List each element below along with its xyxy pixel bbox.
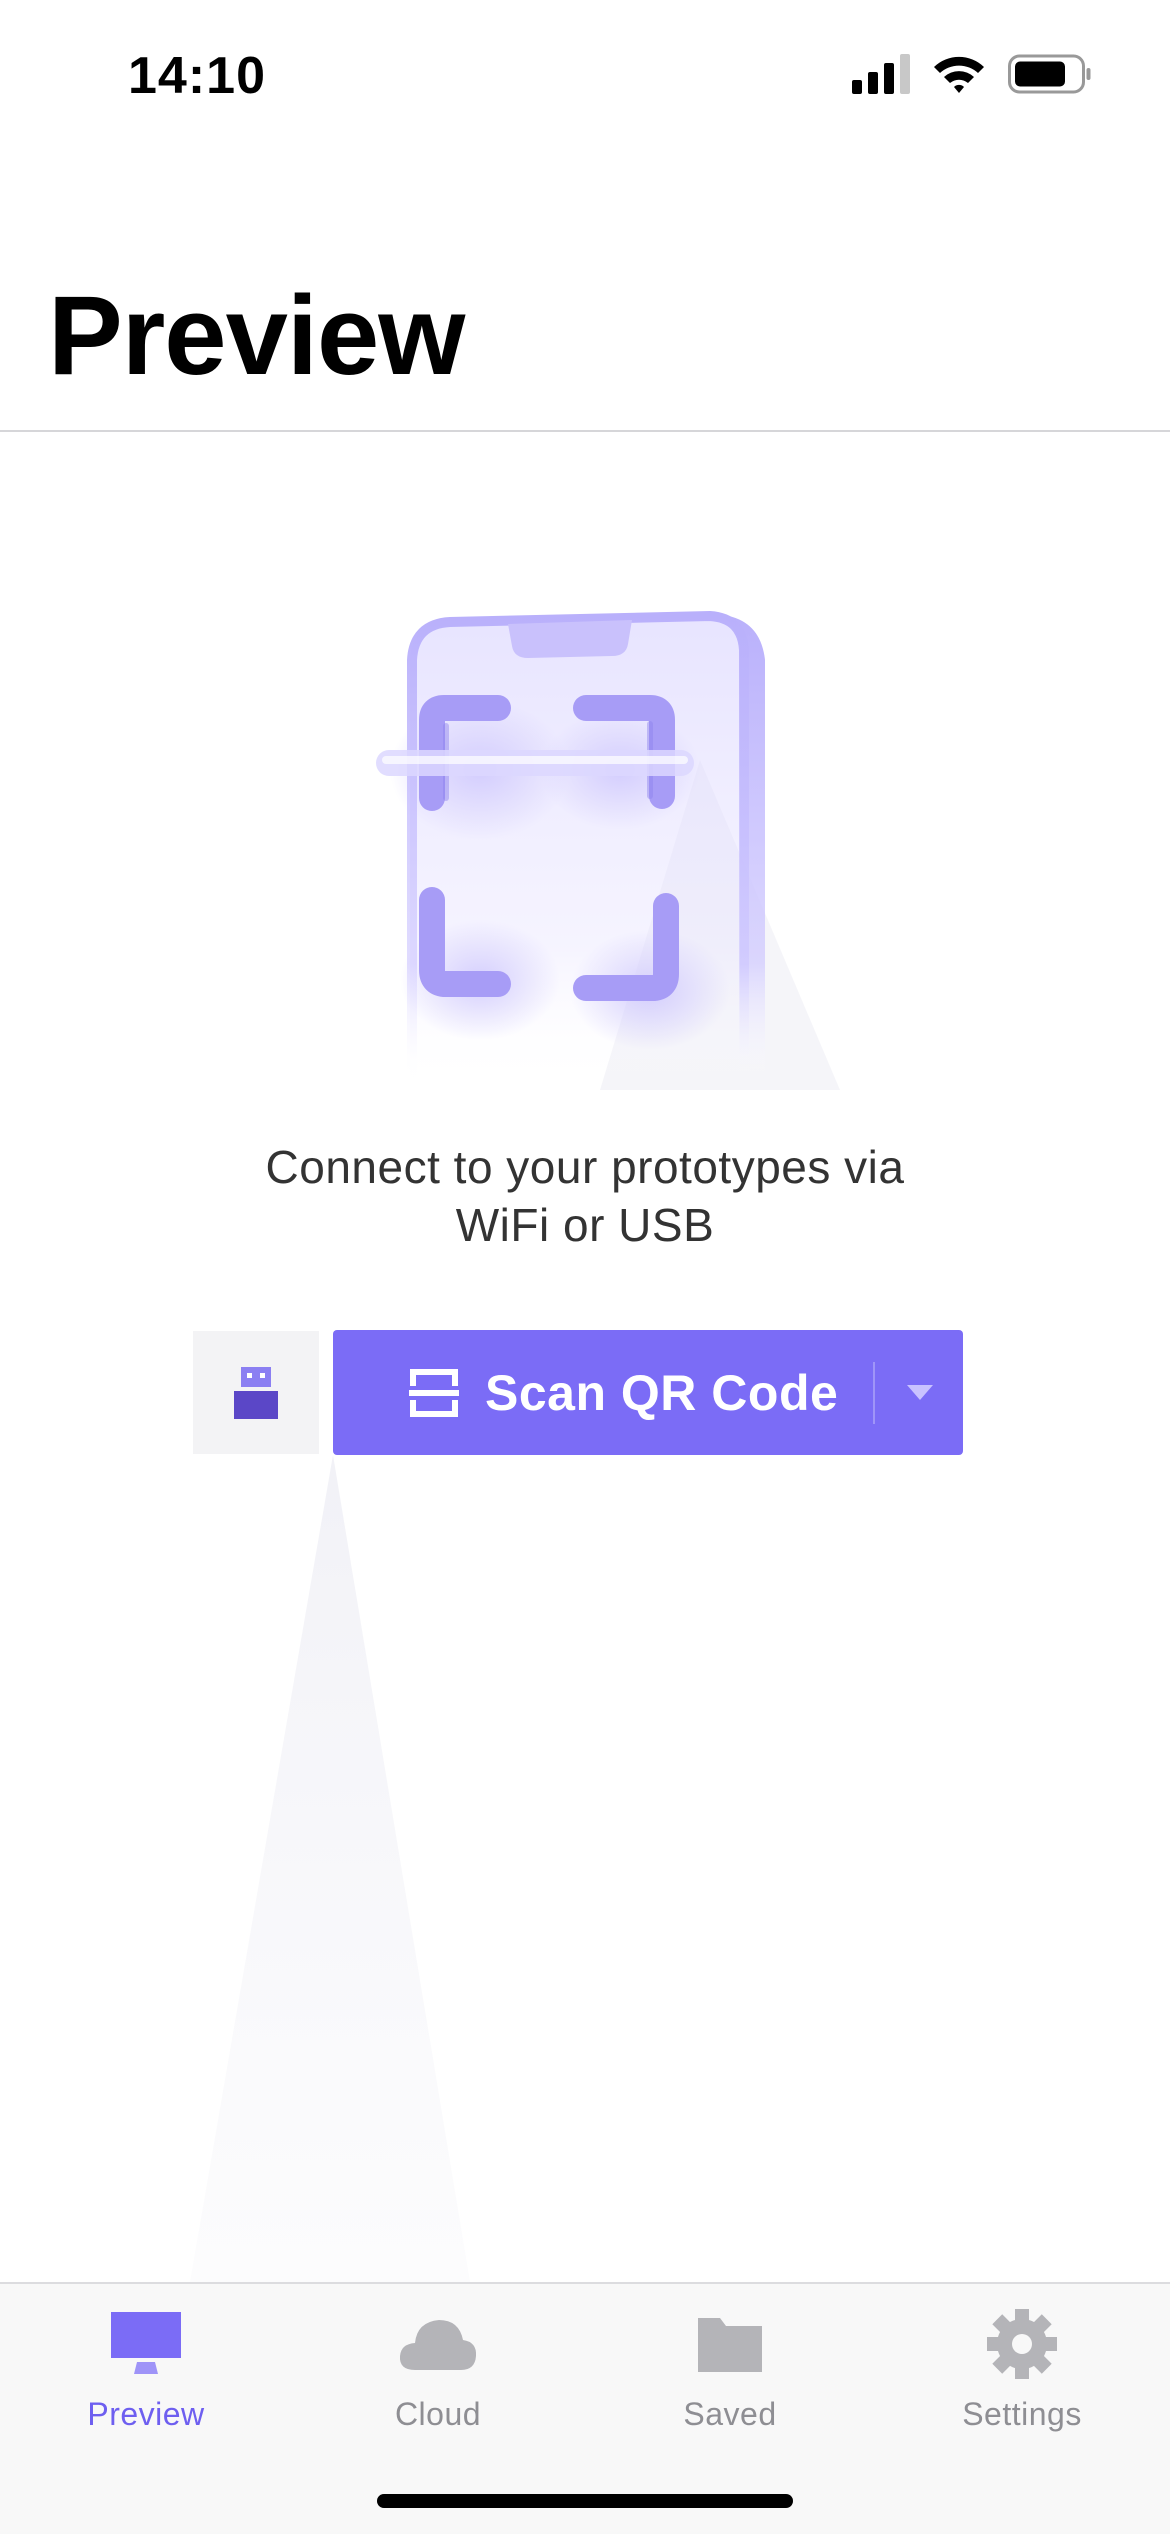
tab-preview[interactable]: Preview [0,2284,292,2454]
connect-instructions-line1: Connect to your prototypes via [265,1141,905,1193]
chevron-down-icon [907,1384,933,1400]
tab-settings[interactable]: Settings [876,2284,1168,2454]
gear-icon [987,2306,1057,2382]
header: Preview [0,150,1170,432]
home-indicator[interactable] [377,2494,793,2508]
status-bar: 14:10 [0,0,1170,150]
tab-bar: Preview Cloud Saved Settings [0,2282,1170,2534]
tab-cloud-label: Cloud [394,2396,482,2432]
tab-preview-label: Preview [87,2396,205,2432]
usb-icon [234,1366,278,1419]
cellular-signal-icon [852,54,910,94]
scan-options-dropdown[interactable] [877,1330,963,1455]
monitor-icon [111,2306,181,2382]
phone-qr-illustration [376,610,765,1090]
tab-settings-label: Settings [962,2396,1082,2432]
scan-button-divider [873,1362,875,1424]
battery-icon [1008,54,1091,94]
status-time: 14:10 [128,47,266,105]
connect-instructions: Connect to your prototypes via WiFi or U… [135,1138,1035,1254]
usb-connect-button[interactable] [193,1331,319,1454]
page-title: Preview [48,273,465,398]
connect-instructions-line2: WiFi or USB [455,1199,715,1251]
qr-scan-icon [409,1368,459,1417]
cloud-icon [399,2306,477,2382]
tab-saved[interactable]: Saved [584,2284,876,2454]
tab-saved-label: Saved [683,2396,777,2432]
scan-qr-main[interactable]: Scan QR Code [333,1330,873,1455]
folder-icon [698,2306,762,2382]
wifi-icon [934,56,984,93]
status-icons [852,54,1092,94]
scan-qr-button[interactable]: Scan QR Code [333,1330,963,1455]
tab-cloud[interactable]: Cloud [292,2284,584,2454]
scan-qr-label: Scan QR Code [485,1364,839,1421]
